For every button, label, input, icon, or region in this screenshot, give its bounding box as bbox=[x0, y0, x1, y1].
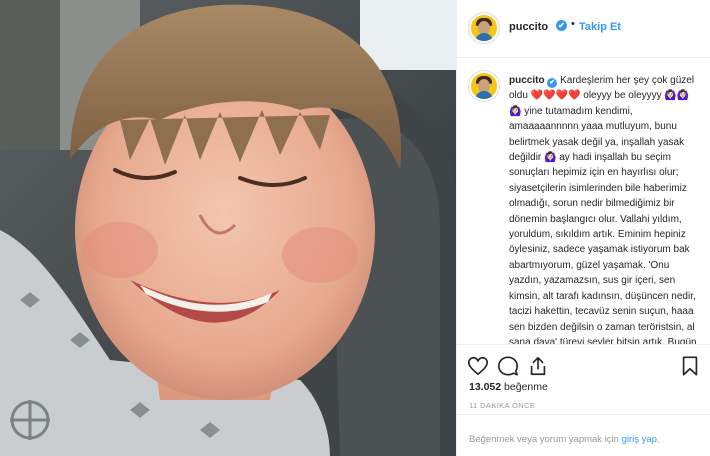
instagram-post-modal: puccito ✔ • Takip Et puccito ✔ Kardeşler… bbox=[0, 0, 710, 456]
likes-count[interactable]: 13.052 beğenme bbox=[469, 381, 548, 393]
post-caption: puccito ✔ Kardeşlerim her şey çok güzel … bbox=[509, 73, 697, 344]
login-prompt-end: . bbox=[656, 434, 660, 445]
separator-dot: • bbox=[571, 18, 575, 30]
caption-author-avatar[interactable] bbox=[469, 71, 499, 101]
author-username[interactable]: puccito bbox=[509, 21, 548, 33]
share-icon[interactable] bbox=[527, 355, 549, 377]
follow-button[interactable]: Takip Et bbox=[579, 21, 621, 33]
like-heart-icon[interactable] bbox=[467, 355, 489, 377]
author-avatar[interactable] bbox=[469, 13, 499, 43]
post-photo-illustration bbox=[0, 0, 456, 456]
caption-text: Kardeşlerim her şey çok güzel oldu ❤️❤️❤… bbox=[509, 75, 697, 344]
caption-verified-icon: ✔ bbox=[547, 78, 558, 88]
post-header: puccito ✔ • Takip Et bbox=[457, 0, 710, 58]
login-link[interactable]: giriş yap bbox=[622, 434, 657, 445]
save-bookmark-icon[interactable] bbox=[679, 355, 701, 377]
post-side-panel: puccito ✔ • Takip Et puccito ✔ Kardeşler… bbox=[456, 0, 710, 456]
login-prompt-text: Beğenmek veya yorum yapmak için giriş ya… bbox=[469, 434, 660, 445]
likes-number: 13.052 bbox=[469, 381, 502, 393]
verified-icon: ✔ bbox=[556, 20, 567, 31]
login-prompt: Beğenmek veya yorum yapmak için giriş ya… bbox=[457, 414, 710, 456]
caption-username[interactable]: puccito bbox=[509, 75, 545, 86]
likes-suffix: beğenme bbox=[501, 381, 548, 393]
post-actions: 13.052 beğenme 11 DAKİKA ÖNCE bbox=[457, 344, 710, 414]
post-photo[interactable] bbox=[0, 0, 456, 456]
login-prompt-label: Beğenmek veya yorum yapmak için bbox=[469, 434, 622, 445]
post-timestamp[interactable]: 11 DAKİKA ÖNCE bbox=[469, 401, 535, 410]
comment-bubble-icon[interactable] bbox=[497, 355, 519, 377]
caption-area[interactable]: puccito ✔ Kardeşlerim her şey çok güzel … bbox=[457, 59, 710, 344]
